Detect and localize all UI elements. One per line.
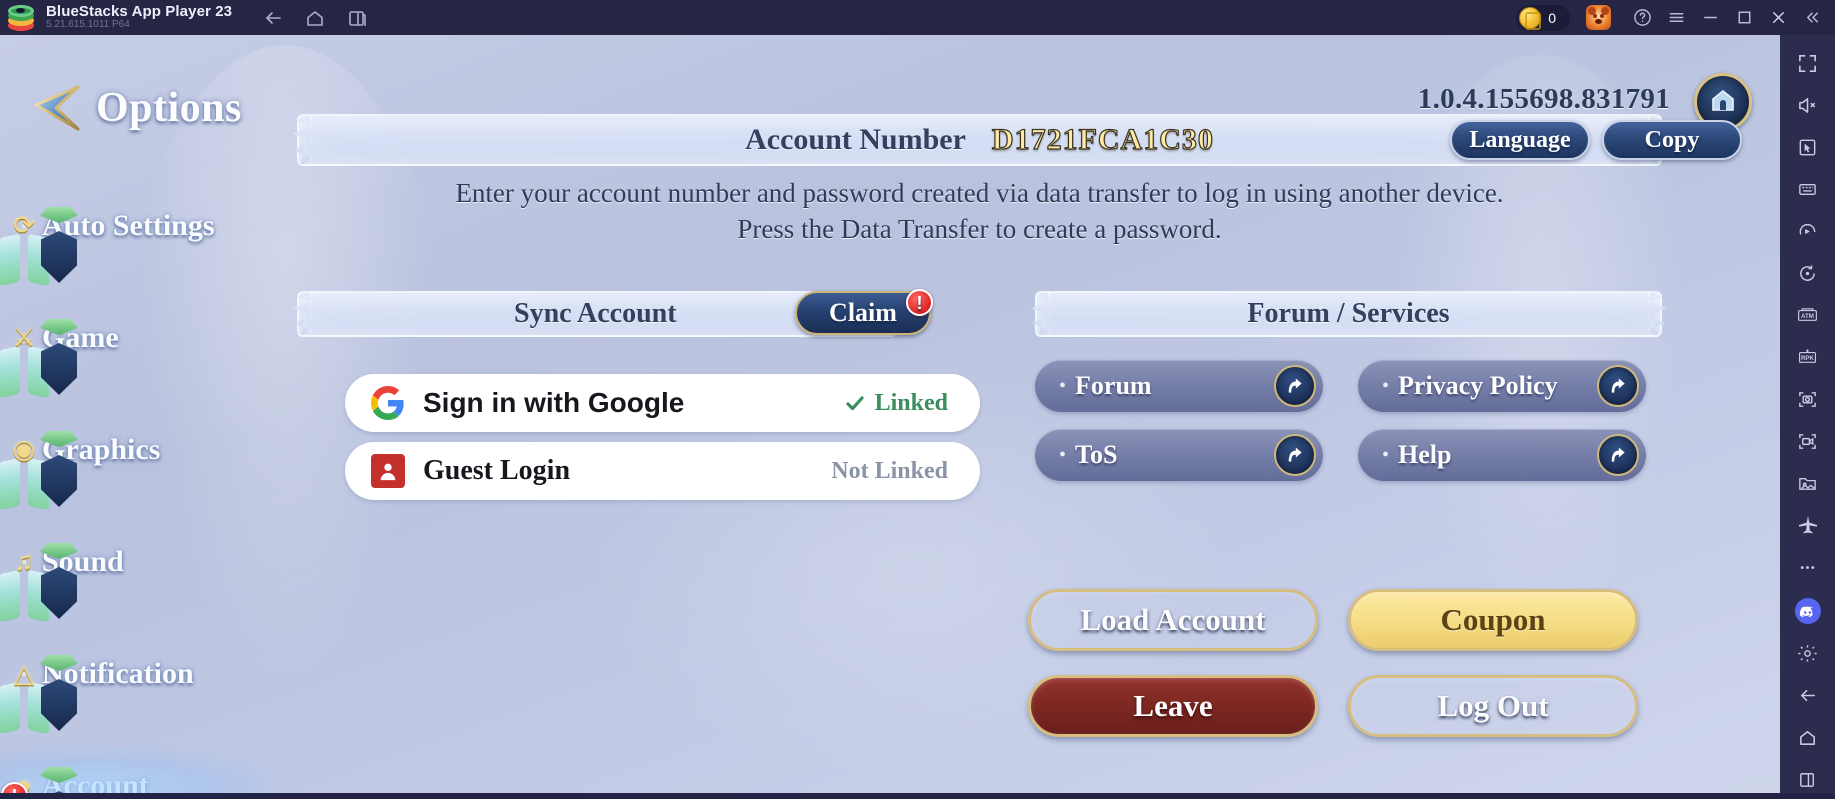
login-row-google[interactable]: Sign in with Google Linked — [345, 374, 980, 432]
bullet-icon: • — [1382, 444, 1390, 466]
house-icon — [1708, 85, 1738, 120]
sidebar-item-game[interactable]: ⚔ Game — [0, 282, 290, 399]
arrow-left-icon[interactable] — [262, 7, 284, 29]
window-panels-icon[interactable] — [346, 7, 368, 29]
claim-alert-badge: ! — [906, 289, 933, 316]
claim-button-label: Claim — [829, 298, 897, 327]
external-link-icon — [1597, 434, 1639, 476]
options-arrow-icon — [26, 83, 82, 133]
game-version: 1.0.4.155698.831791 — [1417, 83, 1670, 115]
description-line-2: Press the Data Transfer to create a pass… — [737, 214, 1222, 245]
login-label-guest: Guest Login — [423, 455, 571, 486]
svg-text:ATM: ATM — [1801, 313, 1814, 320]
privacy-policy-link-button[interactable]: • Privacy Policy — [1358, 360, 1646, 412]
sidebar-item-sound[interactable]: ♫ Sound — [0, 506, 290, 623]
account-description: Enter your account number and password c… — [297, 175, 1662, 248]
titlebar-right: 0 — [1516, 0, 1835, 35]
maximize-icon[interactable] — [1727, 0, 1761, 35]
question-circle-icon[interactable] — [1625, 0, 1659, 35]
close-icon[interactable] — [1761, 0, 1795, 35]
rpk-icon[interactable]: RPK — [1788, 337, 1828, 377]
forum-link-label: Help — [1398, 440, 1452, 469]
coin-icon — [1519, 6, 1542, 30]
arrow-left-icon[interactable] — [1788, 675, 1828, 715]
login-status-guest: Not Linked — [831, 458, 948, 485]
bullet-icon: • — [1059, 444, 1067, 466]
load-account-button[interactable]: Load Account — [1028, 589, 1318, 651]
svg-text:RPK: RPK — [1801, 355, 1815, 362]
image-folder-icon[interactable] — [1788, 463, 1828, 503]
page-title: Options — [26, 83, 242, 133]
app-version: 5.21.615.1011 P64 — [46, 19, 130, 31]
fullscreen-icon[interactable] — [1788, 43, 1828, 83]
cursor-icon[interactable] — [1788, 127, 1828, 167]
coin-balance[interactable]: 0 — [1516, 4, 1570, 31]
sidebar-item-account[interactable]: ● ! Account — [0, 730, 290, 793]
forum-link-label: ToS — [1075, 440, 1118, 469]
game-viewport: Options 1.0.4.155698.831791 ⟳ Auto Setti… — [0, 35, 1780, 793]
titlebar-nav — [262, 7, 368, 29]
tos-link-button[interactable]: • ToS — [1035, 429, 1323, 481]
coupon-button[interactable]: Coupon — [1348, 589, 1638, 651]
login-status-label: Not Linked — [831, 457, 948, 484]
log-out-button[interactable]: Log Out — [1348, 675, 1638, 737]
play-circle-icon[interactable] — [1788, 211, 1828, 251]
copy-button[interactable]: Copy — [1602, 120, 1742, 160]
gear-icon[interactable] — [1788, 633, 1828, 673]
sidebar-item-notification[interactable]: △ Notification — [0, 618, 290, 735]
keyboard-icon[interactable] — [1788, 169, 1828, 209]
claim-button[interactable]: Claim ! — [795, 289, 933, 335]
recents-icon[interactable] — [1788, 759, 1828, 799]
bullet-icon: • — [1382, 375, 1390, 397]
camera-icon[interactable] — [1788, 379, 1828, 419]
account-number-label: Account Number — [745, 123, 966, 156]
leave-button[interactable]: Leave — [1028, 675, 1318, 737]
app-title: BlueStacks App Player 23 — [46, 3, 233, 21]
hamburger-icon[interactable] — [1659, 0, 1693, 35]
home-icon[interactable] — [304, 7, 326, 29]
forum-link-button[interactable]: • Forum — [1035, 360, 1323, 412]
rotate-icon[interactable] — [1788, 253, 1828, 293]
help-link-button[interactable]: • Help — [1358, 429, 1646, 481]
double-chevron-left-icon[interactable] — [1795, 0, 1829, 35]
forum-services-title: Forum / Services — [1247, 298, 1450, 329]
login-status-google: Linked — [844, 390, 948, 417]
language-button[interactable]: Language — [1450, 120, 1590, 160]
forum-link-label: Forum — [1075, 371, 1152, 400]
login-status-label: Linked — [874, 389, 948, 416]
external-link-icon — [1274, 365, 1316, 407]
bear-avatar-icon[interactable] — [1586, 5, 1611, 30]
guest-person-icon — [371, 454, 405, 488]
bluestacks-logo — [8, 4, 34, 31]
description-line-1: Enter your account number and password c… — [455, 178, 1504, 208]
login-label-google: Sign in with Google — [423, 387, 685, 418]
home-icon[interactable] — [1788, 717, 1828, 757]
options-sidebar: ⟳ Auto Settings ⚔ Game — [0, 170, 290, 793]
speaker-mute-icon[interactable] — [1788, 85, 1828, 125]
claim-button-wrap: Claim ! — [795, 289, 933, 335]
forum-services-header-panel: Forum / Services — [1035, 291, 1662, 337]
bluestacks-titlebar: BlueStacks App Player 23 5.21.615.1011 P… — [0, 0, 1835, 35]
sidebar-item-auto-settings[interactable]: ⟳ Auto Settings — [0, 170, 290, 287]
video-camera-icon[interactable] — [1788, 421, 1828, 461]
coin-count: 0 — [1548, 9, 1556, 26]
external-link-icon — [1597, 365, 1639, 407]
account-number-value: D1721FCA1C30 — [991, 122, 1214, 156]
forum-link-label: Privacy Policy — [1398, 371, 1558, 400]
discord-icon[interactable] — [1788, 591, 1828, 631]
ellipsis-icon[interactable] — [1788, 547, 1828, 587]
bluestacks-tool-rail: ATM RPK — [1780, 35, 1835, 793]
external-link-icon — [1274, 434, 1316, 476]
google-g-icon — [371, 386, 405, 420]
app-title-block: BlueStacks App Player 23 5.21.615.1011 P… — [46, 4, 232, 30]
login-row-guest[interactable]: Guest Login Not Linked — [345, 442, 980, 500]
sidebar-item-graphics[interactable]: ◉ Graphics — [0, 394, 290, 511]
minimize-icon[interactable] — [1693, 0, 1727, 35]
bullet-icon: • — [1059, 375, 1067, 397]
atm-icon[interactable]: ATM — [1788, 295, 1828, 335]
page-title-label: Options — [96, 85, 242, 131]
check-icon — [846, 396, 864, 411]
airplane-icon[interactable] — [1788, 505, 1828, 545]
